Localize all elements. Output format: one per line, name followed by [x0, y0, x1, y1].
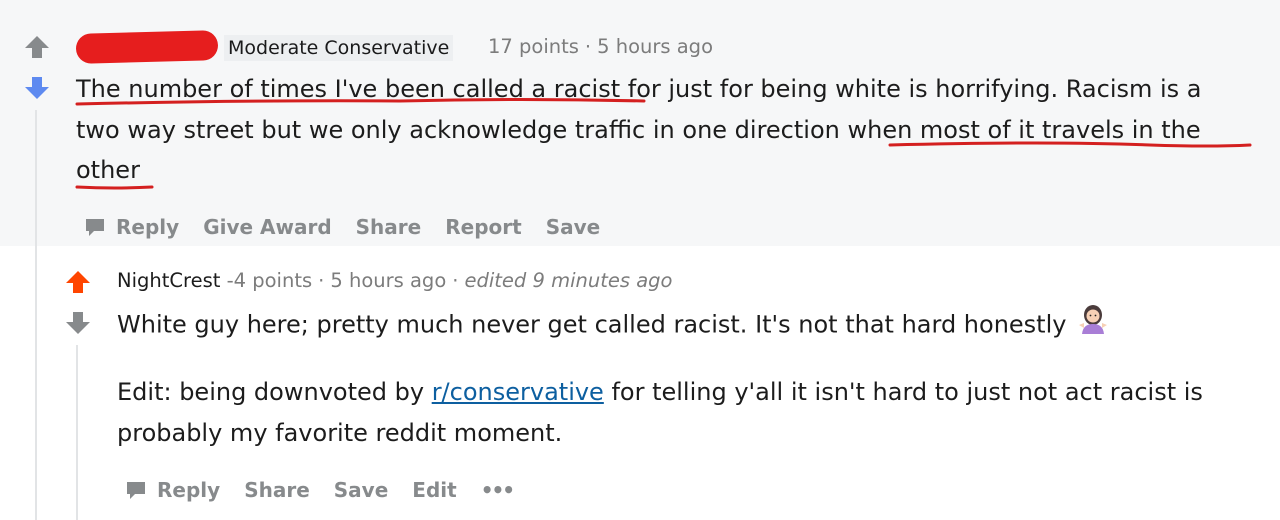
report-button[interactable]: Report	[445, 215, 521, 239]
comment-bubble-icon	[86, 219, 104, 236]
subreddit-link[interactable]: r/conservative	[432, 378, 604, 406]
share-button[interactable]: Share	[356, 215, 422, 239]
give-award-button[interactable]: Give Award	[203, 215, 331, 239]
reply-action-bar: Reply Share Save Edit •••	[125, 478, 537, 502]
comment-action-bar: Reply Give Award Share Report Save	[84, 215, 624, 239]
reply-button[interactable]: Reply	[84, 215, 179, 239]
person-shrugging-emoji	[1076, 303, 1110, 348]
red-underline-marks	[75, 98, 1252, 190]
reply-author[interactable]: NightCrest	[117, 269, 220, 292]
reply-meta: NightCrest -4 points · 5 hours ago · edited …	[117, 269, 673, 292]
reply-edit-button[interactable]: Edit	[412, 478, 456, 502]
reply-paragraph-2-line-2: probably my favorite reddit moment.	[117, 419, 563, 447]
reply-thread-line[interactable]	[76, 345, 78, 520]
reply-save-button[interactable]: Save	[334, 478, 389, 502]
reply-reply-button[interactable]: Reply	[125, 478, 220, 502]
reply-downvote-icon[interactable]	[65, 311, 91, 335]
comment-bubble-icon	[127, 482, 145, 499]
reply-edited: edited 9 minutes ago	[464, 269, 673, 292]
parent-thread-line-continued[interactable]	[35, 246, 37, 520]
more-options-icon[interactable]: •••	[481, 478, 515, 502]
reply-points: -4 points	[226, 269, 313, 292]
reply-share-button[interactable]: Share	[244, 478, 310, 502]
reply-paragraph-2-line-1: Edit: being downvoted by r/conservative …	[117, 378, 1203, 406]
reply-paragraph-1: White guy here; pretty much never get ca…	[117, 303, 1110, 348]
save-button[interactable]: Save	[546, 215, 601, 239]
reply-upvote-icon[interactable]	[65, 270, 91, 294]
reply-time[interactable]: 5 hours ago	[330, 269, 446, 292]
